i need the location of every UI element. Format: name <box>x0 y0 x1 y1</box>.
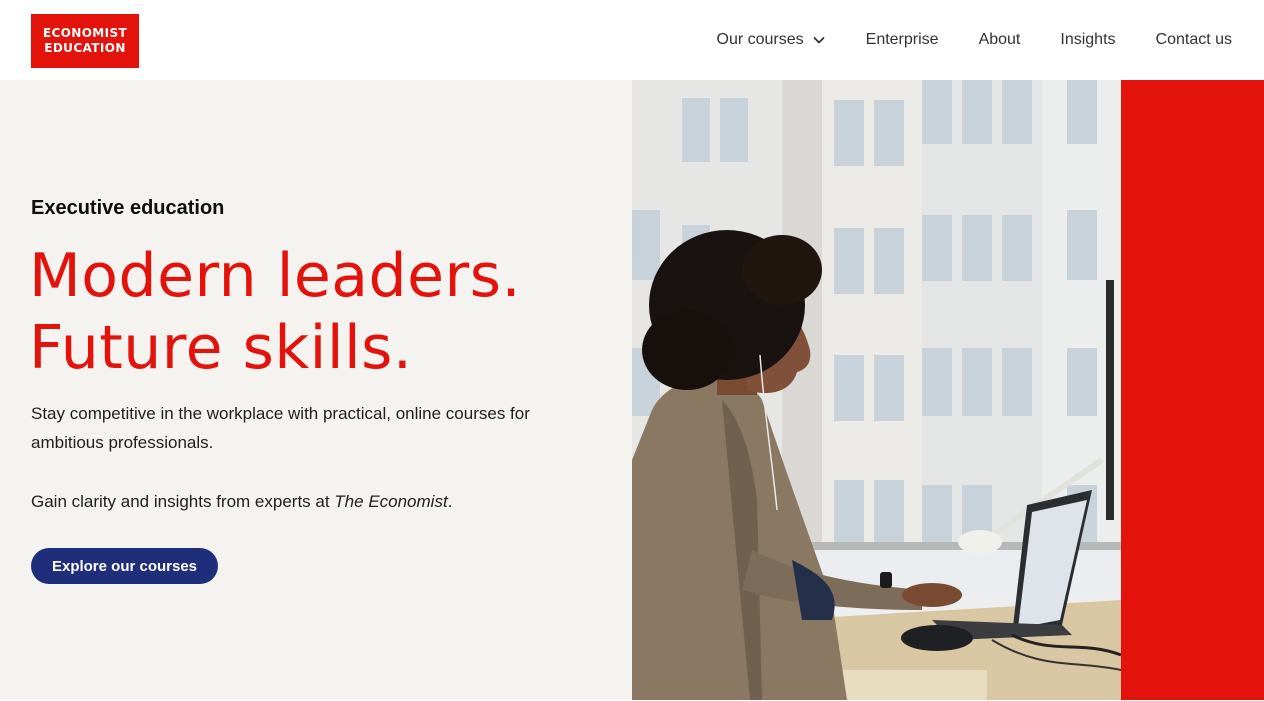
hero-text-panel: Executive education Modern leaders. Futu… <box>0 80 632 700</box>
nav-enterprise-label: Enterprise <box>865 31 939 48</box>
hero-headline: Modern leaders. Future skills. <box>29 240 521 384</box>
nav-about[interactable]: About <box>979 31 1021 49</box>
nav-contact-us-label: Contact us <box>1155 31 1232 48</box>
hero-subdescription-suffix: . <box>447 492 453 511</box>
economist-education-logo[interactable]: ECONOMIST EDUCATION <box>31 14 139 68</box>
woman-at-laptop-illustration <box>632 80 1121 700</box>
nav-about-label: About <box>978 31 1021 48</box>
hero-eyebrow: Executive education <box>31 197 225 219</box>
hero-subdescription-publication: The Economist <box>334 492 448 511</box>
hero-headline-line-1: Modern leaders. <box>29 241 522 311</box>
decorative-red-band <box>1121 80 1264 700</box>
nav-insights[interactable]: Insights <box>1060 31 1115 49</box>
hero-subdescription: Gain clarity and insights from experts a… <box>31 487 591 516</box>
main-nav: Our courses Enterprise About Insights Co… <box>717 28 1233 52</box>
nav-our-courses[interactable]: Our courses <box>717 31 826 49</box>
nav-contact-us[interactable]: Contact us <box>1156 31 1232 49</box>
hero-photo <box>632 80 1121 700</box>
logo-line-1: ECONOMIST <box>42 26 128 40</box>
hero-headline-line-2: Future skills. <box>29 313 413 383</box>
hero-description: Stay competitive in the workplace with p… <box>31 404 530 452</box>
nav-insights-label: Insights <box>1060 31 1116 48</box>
nav-our-courses-label: Our courses <box>716 31 804 48</box>
logo-line-2: EDUCATION <box>44 41 126 55</box>
site-header: ECONOMIST EDUCATION Our courses Enterpri… <box>0 0 1264 80</box>
nav-enterprise[interactable]: Enterprise <box>866 31 939 49</box>
hero-subdescription-prefix: Gain clarity and insights from experts a… <box>31 492 335 511</box>
explore-courses-button[interactable]: Explore our courses <box>31 548 218 584</box>
chevron-down-icon <box>813 37 825 44</box>
